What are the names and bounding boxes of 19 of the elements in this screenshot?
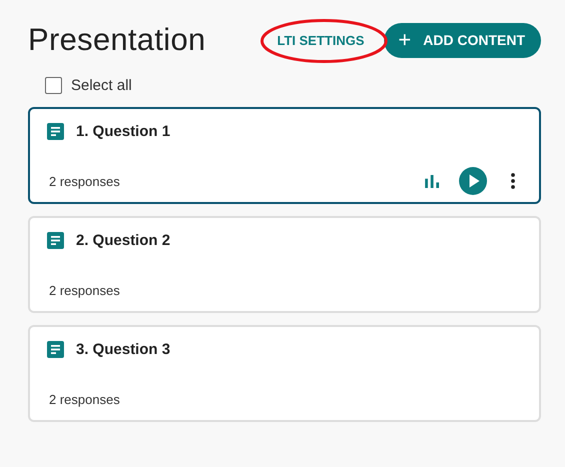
text-question-icon bbox=[47, 341, 64, 358]
bar-chart-icon[interactable] bbox=[425, 174, 440, 188]
more-options-icon[interactable] bbox=[511, 173, 515, 189]
response-count: 2 responses bbox=[49, 282, 120, 298]
question-card[interactable]: 2. Question 2 2 responses bbox=[28, 216, 541, 313]
play-button[interactable] bbox=[459, 167, 487, 195]
response-count: 2 responses bbox=[49, 392, 120, 406]
page-title: Presentation bbox=[28, 22, 206, 58]
question-card[interactable]: 1. Question 1 2 responses bbox=[28, 107, 541, 204]
question-card[interactable]: 3. Question 3 2 responses bbox=[28, 325, 541, 422]
question-title: 2. Question 2 bbox=[76, 232, 170, 249]
add-content-button[interactable]: + ADD CONTENT bbox=[384, 22, 541, 58]
response-count: 2 responses bbox=[49, 174, 120, 188]
text-question-icon bbox=[47, 232, 64, 249]
select-all-label[interactable]: Select all bbox=[71, 76, 132, 94]
question-title: 1. Question 1 bbox=[76, 123, 170, 140]
text-question-icon bbox=[47, 123, 64, 140]
question-title: 3. Question 3 bbox=[76, 341, 170, 358]
select-all-checkbox[interactable] bbox=[45, 76, 62, 94]
